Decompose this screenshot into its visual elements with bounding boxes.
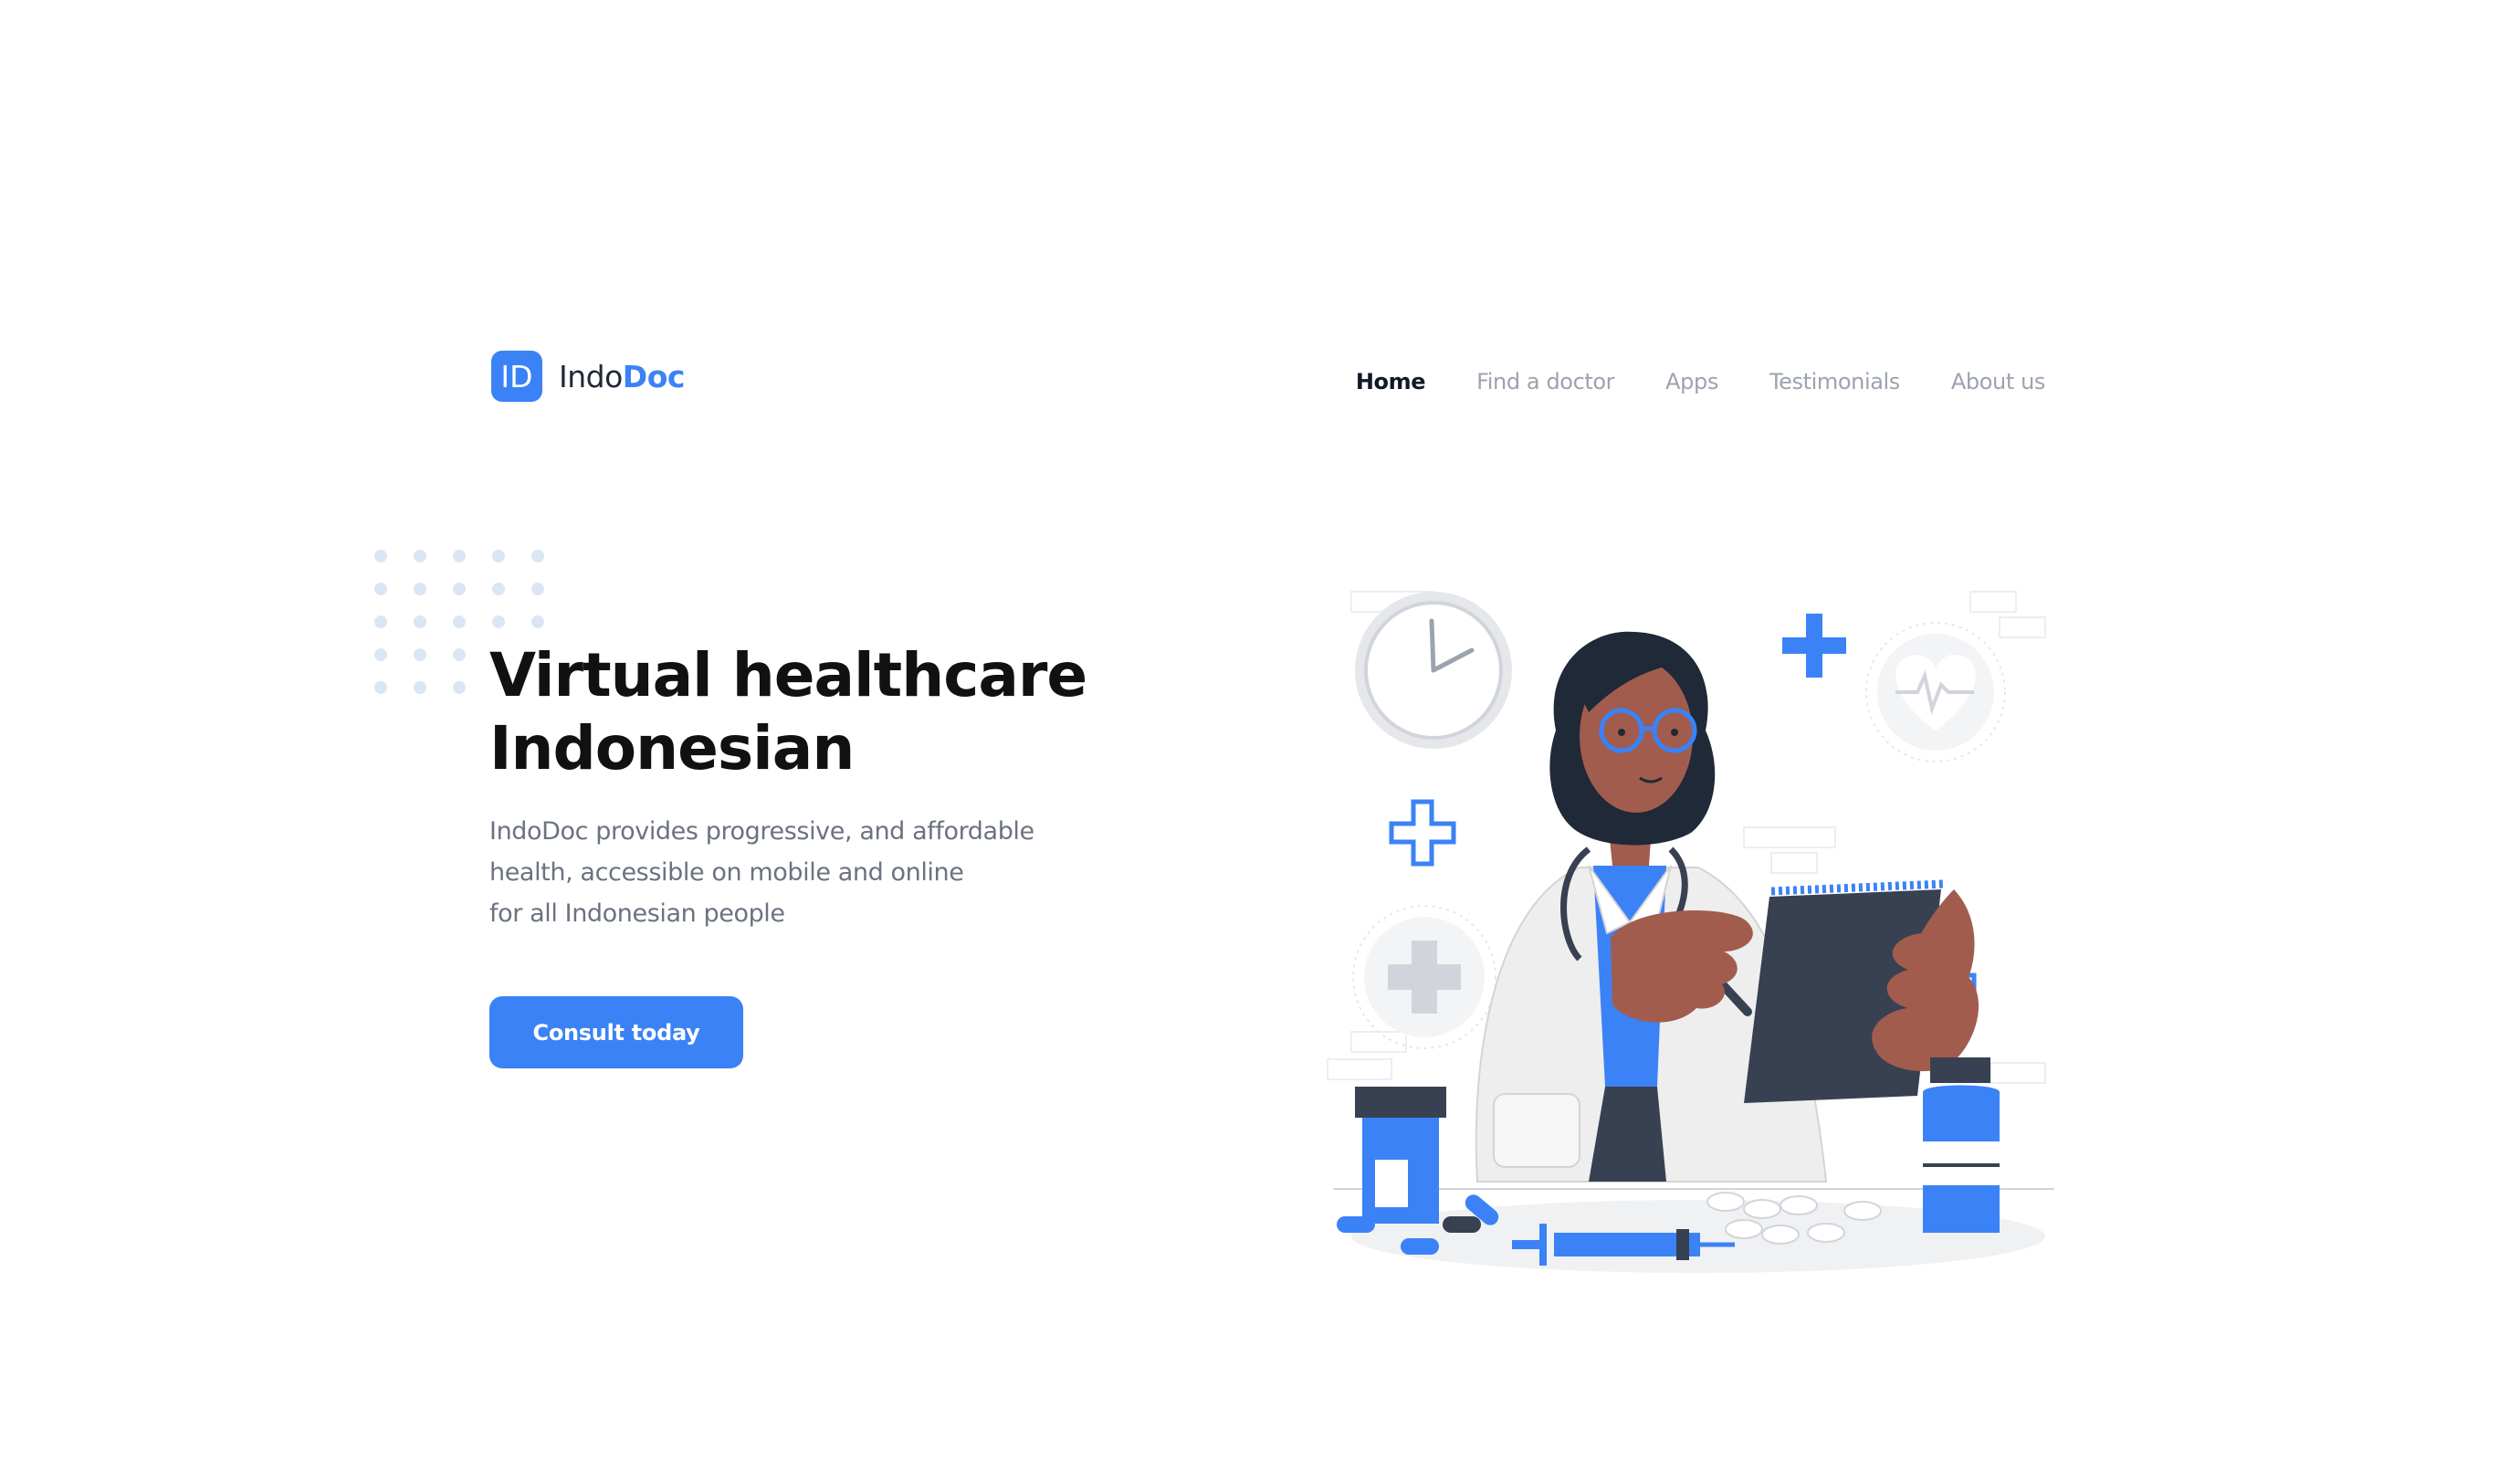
nav-about-us[interactable]: About us xyxy=(1951,369,2046,394)
dot xyxy=(374,583,387,595)
dot xyxy=(492,615,505,628)
dot xyxy=(414,583,426,595)
logo-word-part1: Indo xyxy=(559,358,623,394)
logo-mark: ID xyxy=(491,351,542,402)
medical-cross-outline-icon xyxy=(1389,799,1456,867)
dot xyxy=(414,648,426,661)
hero-description: IndoDoc provides progressive, and afford… xyxy=(489,817,1034,928)
nav-testimonials[interactable]: Testimonials xyxy=(1769,369,1900,394)
dot xyxy=(453,648,466,661)
dot xyxy=(453,615,466,628)
dot xyxy=(492,583,505,595)
logo-wordmark: IndoDoc xyxy=(559,359,685,394)
medical-cross-icon xyxy=(1782,614,1846,678)
heart-rate-icon xyxy=(1865,622,2006,762)
doctor-illustration xyxy=(1327,591,2054,1273)
dot xyxy=(374,615,387,628)
dot xyxy=(374,648,387,661)
logo-word-part2: Doc xyxy=(622,358,686,394)
consult-today-button[interactable]: Consult today xyxy=(489,996,743,1068)
dot xyxy=(492,550,505,563)
dot xyxy=(453,550,466,563)
medicine-bottle-icon xyxy=(1923,1057,2000,1233)
dot xyxy=(453,681,466,694)
hero-title: Virtual healthcare Indonesian xyxy=(489,640,1087,783)
clock-icon xyxy=(1355,592,1512,749)
dot xyxy=(531,583,544,595)
dot xyxy=(453,583,466,595)
nav-home[interactable]: Home xyxy=(1356,369,1426,394)
medical-cross-badge-icon xyxy=(1352,905,1496,1049)
dot xyxy=(531,615,544,628)
dot xyxy=(414,681,426,694)
logo[interactable]: ID IndoDoc xyxy=(491,351,685,402)
dot xyxy=(374,681,387,694)
nav-apps[interactable]: Apps xyxy=(1665,369,1718,394)
main-nav: Home Find a doctor Apps Testimonials Abo… xyxy=(1356,369,2046,394)
dot xyxy=(414,615,426,628)
medicine-bottle-icon xyxy=(1355,1087,1446,1224)
dot xyxy=(414,550,426,563)
dot xyxy=(374,550,387,563)
dot xyxy=(531,550,544,563)
nav-find-a-doctor[interactable]: Find a doctor xyxy=(1476,369,1614,394)
